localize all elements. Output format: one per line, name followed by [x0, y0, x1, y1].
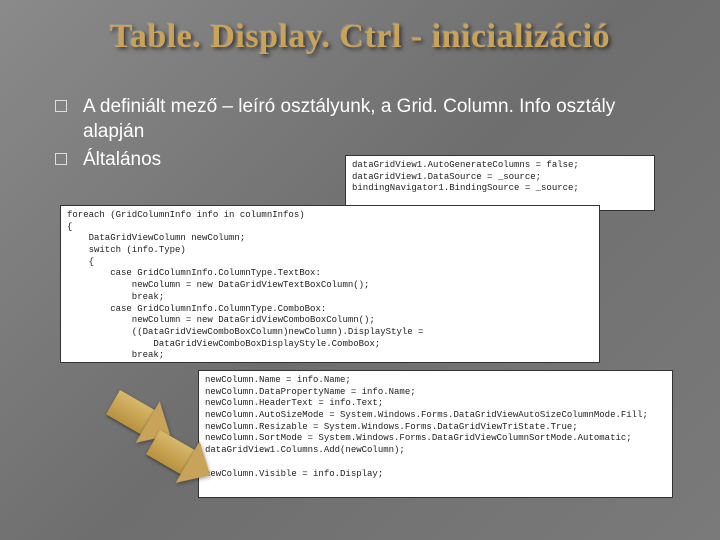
bullet-icon	[55, 100, 67, 112]
list-item: A definiált mező – leíró osztályunk, a G…	[55, 95, 665, 144]
slide-title: Table. Display. Ctrl - inicializáció	[0, 18, 720, 56]
bullet-text: Általános	[83, 148, 161, 173]
bullet-text: A definiált mező – leíró osztályunk, a G…	[83, 95, 665, 144]
code-block-switch: foreach (GridColumnInfo info in columnIn…	[60, 205, 600, 363]
code-block-init: dataGridView1.AutoGenerateColumns = fals…	[345, 155, 655, 211]
code-block-column-setup: newColumn.Name = info.Name; newColumn.Da…	[198, 370, 673, 498]
bullet-icon	[55, 153, 67, 165]
